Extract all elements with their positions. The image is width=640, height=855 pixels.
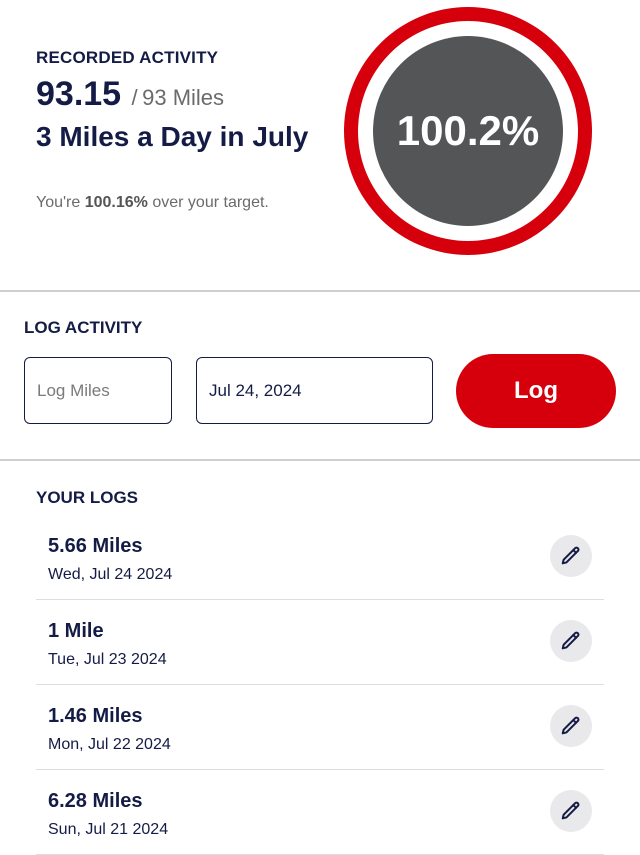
pencil-icon [561, 546, 580, 565]
section-divider [0, 290, 640, 292]
edit-log-button[interactable] [550, 705, 592, 747]
progress-ring-center: 100.2% [373, 36, 563, 226]
recorded-miles-value: 93.15 [36, 75, 122, 113]
log-entry-date: Mon, Jul 22 2024 [48, 736, 171, 753]
log-entry-miles: 1.46 Miles [48, 705, 143, 727]
log-button[interactable]: Log [456, 354, 616, 428]
pencil-icon [561, 716, 580, 735]
progress-ring: 100.2% [344, 7, 592, 255]
log-entry-miles: 6.28 Miles [48, 790, 143, 812]
log-activity-heading: LOG ACTIVITY [24, 318, 143, 337]
log-date-value: Jul 24, 2024 [209, 380, 302, 400]
section-divider [0, 459, 640, 461]
log-miles-input[interactable] [24, 357, 172, 424]
your-logs-heading: YOUR LOGS [36, 488, 139, 507]
count-separator: / [131, 85, 138, 110]
pencil-icon [561, 801, 580, 820]
miles-count: 93.15 / 93 Miles [36, 75, 224, 114]
edit-log-button[interactable] [550, 790, 592, 832]
activity-summary: RECORDED ACTIVITY 93.15 / 93 Miles 3 Mil… [0, 0, 640, 291]
log-entry: 6.28 Miles Sun, Jul 21 2024 [36, 770, 604, 855]
edit-log-button[interactable] [550, 620, 592, 662]
logs-list: 5.66 Miles Wed, Jul 24 2024 1 Mile Tue, … [36, 515, 604, 855]
recorded-activity-heading: RECORDED ACTIVITY [36, 48, 219, 67]
log-entry-date: Tue, Jul 23 2024 [48, 651, 167, 668]
over-target-note: You're 100.16% over your target. [36, 194, 269, 212]
target-miles: 93 Miles [142, 85, 225, 110]
log-entry: 1.46 Miles Mon, Jul 22 2024 [36, 685, 604, 770]
log-entry: 5.66 Miles Wed, Jul 24 2024 [36, 515, 604, 600]
log-entry-miles: 5.66 Miles [48, 535, 143, 557]
over-note-prefix: You're [36, 194, 81, 211]
log-entry: 1 Mile Tue, Jul 23 2024 [36, 600, 604, 685]
pencil-icon [561, 631, 580, 650]
log-entry-miles: 1 Mile [48, 620, 104, 642]
progress-percent: 100.2% [396, 107, 540, 154]
over-note-suffix: over your target. [152, 194, 269, 211]
log-entry-date: Wed, Jul 24 2024 [48, 566, 173, 583]
progress-ring-gap: 100.2% [358, 21, 578, 241]
goal-title: 3 Miles a Day in July [36, 121, 309, 152]
over-note-percent: 100.16% [84, 194, 148, 211]
edit-log-button[interactable] [550, 535, 592, 577]
log-date-field[interactable]: Jul 24, 2024 [196, 357, 433, 424]
log-entry-date: Sun, Jul 21 2024 [48, 821, 169, 838]
